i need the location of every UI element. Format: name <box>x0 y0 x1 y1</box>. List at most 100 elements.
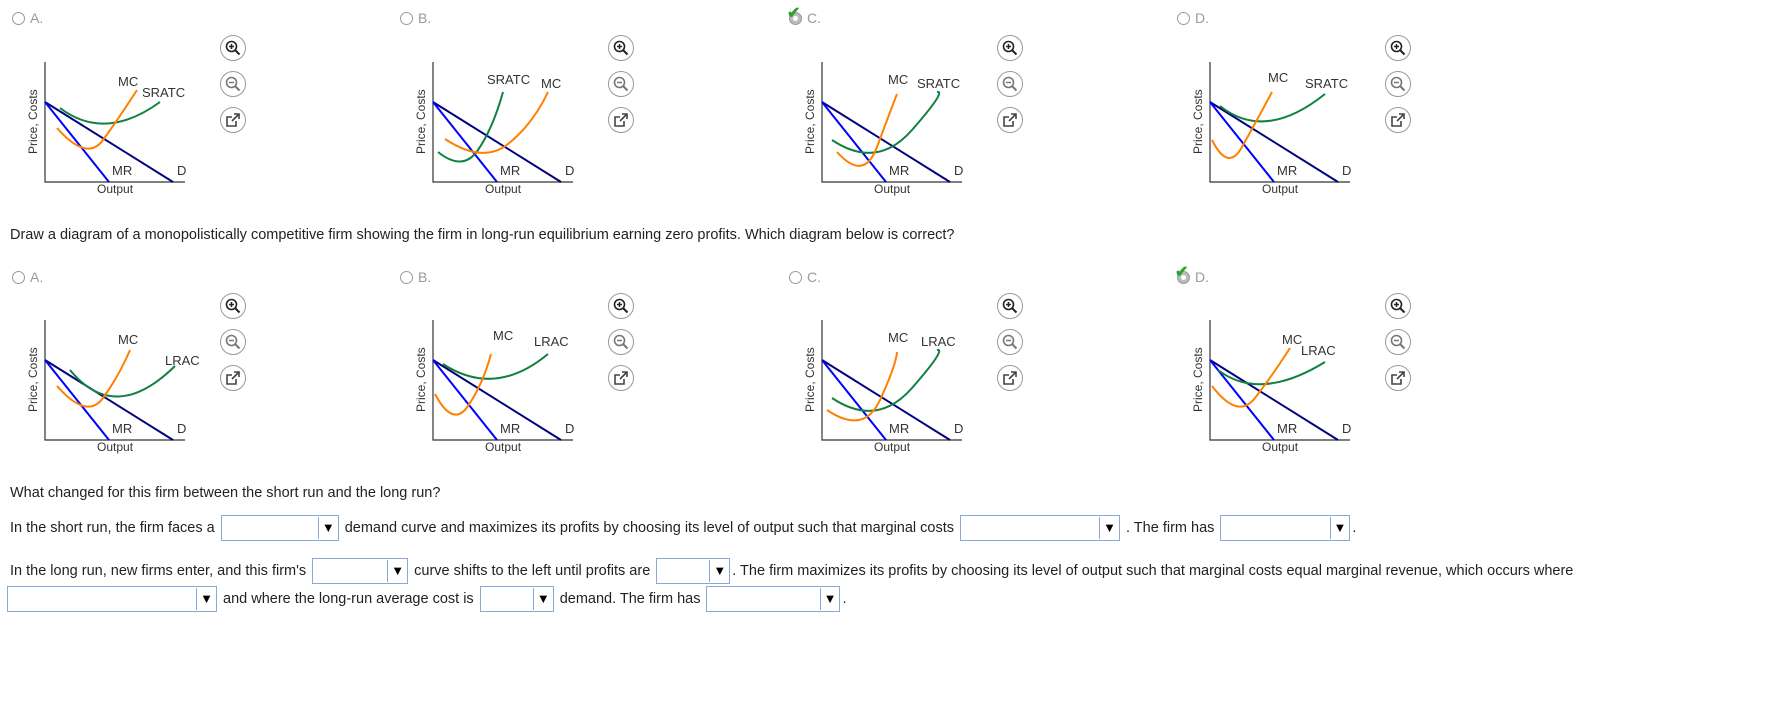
external-link-icon[interactable] <box>1385 365 1411 391</box>
text: . <box>1352 520 1357 536</box>
check-icon: ✔ <box>1175 263 1189 281</box>
zoom-out-icon[interactable] <box>608 329 634 355</box>
radio-button[interactable] <box>12 270 25 284</box>
demand-label: D <box>565 163 574 178</box>
radio-button[interactable] <box>400 270 413 284</box>
mc-label: MC <box>1268 70 1288 85</box>
mr-label: MR <box>112 163 132 178</box>
radio-button[interactable] <box>12 11 25 25</box>
cost-curve-label: LRAC <box>1301 343 1336 358</box>
bottom-option-d[interactable]: ✔ D. <box>1175 264 1209 285</box>
cost-curve-label: SRATC <box>487 72 530 87</box>
zoom-out-icon[interactable] <box>1385 71 1411 97</box>
graph-bottom-a: Price, Costs MC LRAC MR D Output <box>25 290 365 460</box>
demand-curve <box>1209 101 1339 183</box>
option-label: A. <box>30 269 44 285</box>
radio-button[interactable] <box>789 270 802 284</box>
mr-label: MR <box>112 421 132 436</box>
zoom-out-icon[interactable] <box>1385 329 1411 355</box>
text: demand. The firm has <box>559 591 701 607</box>
radio-button[interactable]: ✔ <box>787 5 802 25</box>
marginal-costs-dropdown[interactable]: ▼ <box>960 515 1121 541</box>
zoom-in-icon[interactable] <box>1385 35 1411 61</box>
external-link-icon[interactable] <box>1385 107 1411 133</box>
demand-label: D <box>177 421 186 436</box>
sentence-long-run-cont: ▼ and where the long-run average cost is… <box>7 586 847 612</box>
external-link-icon[interactable] <box>997 365 1023 391</box>
y-axis-label: Price, Costs <box>414 89 428 154</box>
y-axis-label: Price, Costs <box>26 347 40 412</box>
external-link-icon[interactable] <box>608 365 634 391</box>
demand-curve <box>44 359 174 441</box>
mc-label: MC <box>888 72 908 87</box>
long-run-profit-dropdown[interactable]: ▼ <box>706 586 841 612</box>
check-icon: ✔ <box>787 4 801 22</box>
external-link-icon[interactable] <box>220 107 246 133</box>
question-prompt: Draw a diagram of a monopolistically com… <box>10 227 955 243</box>
sentence-short-run: In the short run, the firm faces a ▼ dem… <box>10 515 1356 541</box>
mc-label: MC <box>888 330 908 345</box>
dropdown-arrow-icon: ▼ <box>532 588 550 610</box>
top-option-c[interactable]: ✔ C. <box>787 5 821 26</box>
zoom-in-icon[interactable] <box>1385 293 1411 319</box>
top-option-a[interactable]: A. <box>12 10 43 26</box>
external-link-icon[interactable] <box>997 107 1023 133</box>
zoom-in-icon[interactable] <box>220 293 246 319</box>
mr-label: MR <box>889 163 909 178</box>
x-axis-label: Output <box>874 182 911 196</box>
graph-bottom-d: Price, Costs MC LRAC MR D Output <box>1190 290 1530 460</box>
top-option-b[interactable]: B. <box>400 10 431 26</box>
zoom-out-icon[interactable] <box>608 71 634 97</box>
mr-label: MR <box>889 421 909 436</box>
mr-curve <box>432 359 498 441</box>
mc-equals-mr-dropdown[interactable]: ▼ <box>7 586 217 612</box>
sentence-long-run: In the long run, new firms enter, and th… <box>10 558 1573 584</box>
y-axis-label: Price, Costs <box>1191 347 1205 412</box>
profits-level-dropdown[interactable]: ▼ <box>656 558 731 584</box>
zoom-in-icon[interactable] <box>220 35 246 61</box>
lrac-relation-dropdown[interactable]: ▼ <box>479 586 554 612</box>
demand-label: D <box>954 421 963 436</box>
dropdown-arrow-icon: ▼ <box>819 588 837 610</box>
zoom-in-icon[interactable] <box>608 293 634 319</box>
option-label: C. <box>807 10 821 26</box>
zoom-out-icon[interactable] <box>220 329 246 355</box>
zoom-in-icon[interactable] <box>997 35 1023 61</box>
graph-top-d: Price, Costs MC SRATC MR D Output <box>1190 32 1530 202</box>
mc-label: MC <box>1282 332 1302 347</box>
zoom-in-icon[interactable] <box>608 35 634 61</box>
text: . The firm maximizes its profits by choo… <box>732 563 1574 579</box>
mc-curve <box>1211 91 1273 159</box>
demand-curve-dropdown[interactable]: ▼ <box>220 515 339 541</box>
bottom-option-c[interactable]: C. <box>789 269 821 285</box>
zoom-out-icon[interactable] <box>220 71 246 97</box>
external-link-icon[interactable] <box>220 365 246 391</box>
mc-label: MC <box>541 76 561 91</box>
short-run-profit-dropdown[interactable]: ▼ <box>1220 515 1351 541</box>
average-cost-curve <box>1217 361 1326 386</box>
external-link-icon[interactable] <box>608 107 634 133</box>
option-label: D. <box>1195 10 1209 26</box>
radio-button[interactable]: ✔ <box>1175 264 1190 284</box>
zoom-in-icon[interactable] <box>997 293 1023 319</box>
mc-label: MC <box>118 74 138 89</box>
demand-curve <box>432 359 562 441</box>
text: In the short run, the firm faces a <box>10 520 215 536</box>
x-axis-label: Output <box>1262 182 1299 196</box>
top-option-d[interactable]: D. <box>1177 10 1209 26</box>
text: demand curve and maximizes its profits b… <box>344 520 955 536</box>
radio-button[interactable] <box>400 11 413 25</box>
shifting-curve-dropdown[interactable]: ▼ <box>312 558 409 584</box>
text: curve shifts to the left until profits a… <box>414 563 651 579</box>
zoom-out-icon[interactable] <box>997 71 1023 97</box>
radio-button[interactable] <box>1177 11 1190 25</box>
mc-curve <box>56 349 131 408</box>
bottom-option-a[interactable]: A. <box>12 269 43 285</box>
x-axis-label: Output <box>485 182 522 196</box>
graph-top-c: Price, Costs MC SRATC MR D Output <box>802 32 1142 202</box>
bottom-option-b[interactable]: B. <box>400 269 431 285</box>
mr-curve <box>44 359 110 441</box>
mr-label: MR <box>500 163 520 178</box>
zoom-out-icon[interactable] <box>997 329 1023 355</box>
option-label: B. <box>418 269 432 285</box>
